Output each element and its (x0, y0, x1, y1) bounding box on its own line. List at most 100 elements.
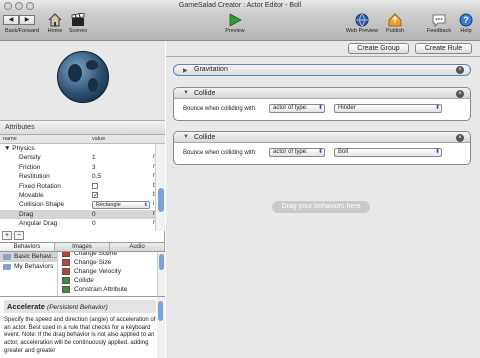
minimize-window-button[interactable] (15, 2, 23, 10)
publish-label: Publish (385, 28, 405, 34)
remove-attribute-button[interactable]: − (14, 231, 24, 240)
toolbar: ◀ ▶ Back/Forward Home Scenes Preview Web… (0, 12, 480, 41)
behavior-list-item[interactable]: Change Size (58, 258, 158, 267)
attribute-value[interactable]: 1 (92, 153, 96, 162)
close-icon[interactable]: × (456, 133, 464, 142)
add-attribute-button[interactable]: + (2, 231, 12, 240)
category-basic-behaviors[interactable]: Basic Behavi... (0, 252, 57, 262)
attributes-scrollbar[interactable] (155, 144, 165, 231)
svg-text:?: ? (463, 15, 469, 25)
collide-behavior[interactable]: ▼ Collide × Bounce when colliding with: … (173, 131, 471, 165)
attribute-add-remove: + − (2, 231, 24, 240)
web-preview-label: Web Preview (345, 28, 379, 34)
speech-bubble-icon (432, 14, 446, 27)
gravitation-behavior[interactable]: ▶ Gravitation × (173, 64, 471, 76)
collide-header[interactable]: ▼ Collide × (174, 88, 470, 99)
attribute-row[interactable]: Density 1 r (0, 153, 155, 162)
tab-behaviors[interactable]: Behaviors (0, 243, 55, 251)
tab-audio[interactable]: Audio (110, 243, 165, 251)
drop-zone-hint[interactable]: Drag your behaviors here (272, 201, 370, 213)
attribute-value[interactable]: 0 (92, 219, 96, 228)
behavior-block-icon (62, 252, 70, 257)
behavior-block-icon (62, 268, 70, 275)
attribute-select[interactable]: Rectangle (92, 201, 150, 210)
collide-header[interactable]: ▼ Collide × (174, 132, 470, 143)
attribute-value[interactable]: 0 (92, 210, 96, 219)
tab-images[interactable]: Images (55, 243, 110, 251)
attribute-group-name[interactable]: ▼ Physics (4, 144, 35, 153)
group-label: Physics (12, 145, 35, 152)
close-window-button[interactable] (4, 2, 12, 10)
create-rule-button[interactable]: Create Rule (415, 43, 472, 54)
attribute-checkbox[interactable] (92, 191, 98, 200)
behavior-list-scroll-thumb[interactable] (159, 254, 164, 270)
attribute-row[interactable]: Friction 3 r (0, 163, 155, 172)
attribute-checkbox[interactable] (92, 182, 98, 191)
description-scrollbar[interactable] (157, 297, 165, 358)
checkbox-icon[interactable] (92, 192, 98, 199)
behavior-categories: Basic Behavi... My Behaviors (0, 252, 58, 296)
behavior-list-item[interactable]: Constrain Attribute (58, 285, 158, 294)
zoom-window-button[interactable] (26, 2, 34, 10)
help-button[interactable]: ? Help (456, 13, 476, 34)
attribute-name: Friction (19, 163, 41, 171)
attribute-row[interactable]: Restitution 0,5 r (0, 172, 155, 181)
clapperboard-icon (71, 13, 85, 26)
attribute-row[interactable]: Drag 0 r (0, 209, 155, 220)
collide-behavior[interactable]: ▼ Collide × Bounce when colliding with: … (173, 87, 471, 121)
target-type-select[interactable]: actor of type: (269, 104, 325, 113)
attribute-group-row[interactable]: ▼ Physics (0, 144, 155, 153)
scenes-button[interactable]: Scenes (67, 13, 89, 34)
feedback-button[interactable]: Feedback (424, 13, 454, 34)
disclosure-triangle-icon[interactable]: ▼ (4, 145, 12, 152)
back-arrow-icon[interactable]: ◀ (3, 15, 19, 25)
attribute-name: Collision Shape (19, 201, 65, 209)
collide-body: Bounce when colliding with: actor of typ… (174, 143, 470, 166)
web-preview-button[interactable]: Web Preview (345, 13, 379, 34)
name-column-header[interactable]: name (3, 135, 17, 144)
attribute-row[interactable]: Movableb (0, 191, 155, 200)
disclosure-triangle-icon[interactable]: ▼ (183, 88, 189, 99)
attribute-value[interactable]: 0,5 (92, 172, 101, 181)
attribute-name: Fixed Rotation (19, 182, 61, 190)
publish-button[interactable]: Publish (382, 13, 408, 34)
forward-arrow-icon[interactable]: ▶ (19, 15, 35, 25)
back-forward-segment[interactable]: ◀ ▶ (3, 15, 41, 25)
disclosure-triangle-icon[interactable]: ▶ (183, 67, 188, 76)
behavior-block-icon (62, 286, 70, 293)
editor-divider (166, 56, 480, 57)
target-actor-select[interactable]: Boll (334, 148, 442, 157)
attributes-scroll-thumb[interactable] (158, 188, 164, 212)
create-group-button[interactable]: Create Group (348, 43, 409, 54)
checkbox-icon[interactable] (92, 182, 98, 189)
description-scroll-thumb[interactable] (158, 301, 163, 321)
attribute-row[interactable]: Collision ShapeRectanglei (0, 200, 155, 210)
target-actor-select[interactable]: Hinder (334, 104, 442, 113)
close-icon[interactable]: × (456, 89, 464, 98)
back-forward-button[interactable]: ◀ ▶ Back/Forward (3, 13, 41, 34)
behavior-list-item[interactable]: Collide (58, 276, 158, 285)
behavior-kind: (Persistent Behavior) (47, 304, 108, 311)
category-my-behaviors[interactable]: My Behaviors (0, 262, 57, 272)
target-type-select[interactable]: actor of type: (269, 148, 325, 157)
scenes-label: Scenes (68, 28, 88, 34)
preview-button[interactable]: Preview (222, 13, 248, 34)
behavior-list-item[interactable]: Change Velocity (58, 267, 158, 276)
close-icon[interactable]: × (456, 66, 464, 74)
attribute-row[interactable]: Angular Drag 0 r (0, 219, 155, 228)
home-label: Home (47, 28, 63, 34)
actor-globe-image (57, 51, 109, 103)
title-bar: GameSalad Creator : Actor Editor - Boll (0, 0, 480, 12)
behavior-list: Change Scene Change Size Change Velocity Co… (58, 252, 158, 296)
attribute-row[interactable]: Fixed Rotation b (0, 182, 155, 191)
preview-label: Preview (225, 28, 245, 34)
home-button[interactable]: Home (44, 13, 66, 34)
window-title: GameSalad Creator : Actor Editor - Boll (178, 2, 302, 9)
behavior-list-scrollbar[interactable] (157, 252, 165, 296)
value-column-header[interactable]: value (92, 135, 105, 144)
feedback-label: Feedback (426, 28, 452, 34)
disclosure-triangle-icon[interactable]: ▼ (183, 132, 189, 143)
attributes-list: ▼ Physics Density 1 r Friction 3 r Restitution 0… (0, 144, 155, 231)
attribute-value[interactable]: 3 (92, 163, 96, 172)
actor-image-well[interactable] (0, 41, 165, 121)
